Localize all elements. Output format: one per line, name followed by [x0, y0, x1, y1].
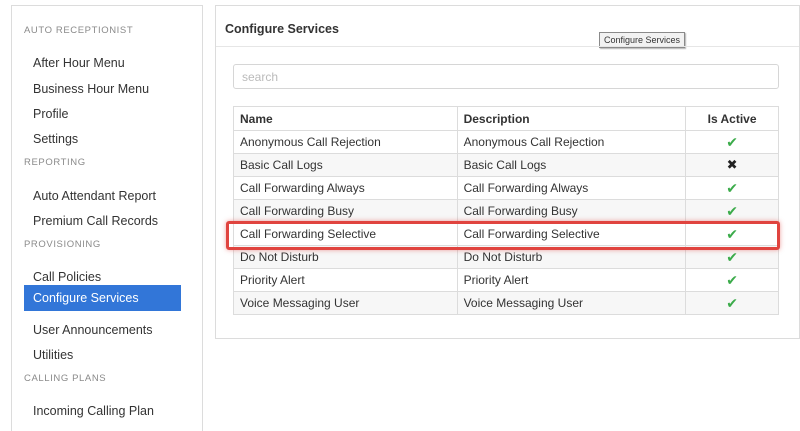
check-icon: ✔: [726, 294, 738, 311]
service-description-cell: Call Forwarding Busy: [456, 199, 687, 223]
service-name-cell: Call Forwarding Busy: [233, 199, 458, 223]
column-header-is-active[interactable]: Is Active: [685, 106, 779, 131]
section-heading-calling-plans: CALLING PLANS: [24, 373, 107, 384]
cross-icon: ✖: [726, 157, 738, 172]
service-description-cell: Basic Call Logs: [456, 153, 687, 177]
section-heading-provisioning: PROVISIONING: [24, 239, 101, 250]
configure-services-panel: Configure Services Configure Services Na…: [215, 5, 800, 339]
service-name-cell: Call Forwarding Selective: [233, 222, 458, 246]
sidebar-item-after-hour-menu[interactable]: After Hour Menu: [24, 50, 181, 76]
is-active-cell: ✔: [685, 268, 779, 292]
service-name-cell: Anonymous Call Rejection: [233, 130, 458, 154]
section-heading-reporting: REPORTING: [24, 157, 86, 168]
sidebar-item-premium-call-records[interactable]: Premium Call Records: [24, 208, 181, 234]
service-name-cell: Voice Messaging User: [233, 291, 458, 315]
sidebar: AUTO RECEPTIONIST After Hour Menu Busine…: [11, 5, 203, 431]
is-active-cell: ✔: [685, 176, 779, 200]
sidebar-item-business-hour-menu[interactable]: Business Hour Menu: [24, 76, 181, 102]
divider: [216, 46, 799, 47]
check-icon: ✔: [726, 179, 738, 196]
check-icon: ✔: [726, 202, 738, 219]
sidebar-item-profile[interactable]: Profile: [24, 101, 181, 127]
service-description-cell: Call Forwarding Selective: [456, 222, 687, 246]
service-name-cell: Call Forwarding Always: [233, 176, 458, 200]
services-table: Name Description Is Active Anonymous Cal…: [233, 106, 779, 315]
search-input[interactable]: [233, 64, 779, 89]
table-row[interactable]: Voice Messaging User Voice Messaging User…: [233, 291, 779, 315]
sidebar-item-incoming-calling-plan[interactable]: Incoming Calling Plan: [24, 398, 181, 424]
is-active-cell: ✖: [685, 153, 779, 177]
table-row[interactable]: Priority Alert Priority Alert ✔: [233, 268, 779, 292]
check-icon: ✔: [726, 225, 738, 242]
is-active-cell: ✔: [685, 245, 779, 269]
sidebar-item-auto-attendant-report[interactable]: Auto Attendant Report: [24, 183, 181, 209]
column-header-name[interactable]: Name: [233, 106, 458, 131]
is-active-cell: ✔: [685, 291, 779, 315]
table-row[interactable]: Basic Call Logs Basic Call Logs ✖: [233, 153, 779, 177]
sidebar-item-settings[interactable]: Settings: [24, 126, 181, 152]
table-row[interactable]: Call Forwarding Always Call Forwarding Al…: [233, 176, 779, 200]
panel-title: Configure Services: [225, 22, 339, 36]
service-name-cell: Do Not Disturb: [233, 245, 458, 269]
is-active-cell: ✔: [685, 222, 779, 246]
service-description-cell: Voice Messaging User: [456, 291, 687, 315]
is-active-cell: ✔: [685, 199, 779, 223]
section-heading-auto-receptionist: AUTO RECEPTIONIST: [24, 25, 134, 36]
table-row[interactable]: Call Forwarding Selective Call Forwarding…: [233, 222, 779, 246]
table-header-row: Name Description Is Active: [233, 106, 779, 131]
sidebar-item-utilities[interactable]: Utilities: [24, 342, 181, 368]
is-active-cell: ✔: [685, 130, 779, 154]
check-icon: ✔: [726, 271, 738, 288]
table-row[interactable]: Call Forwarding Busy Call Forwarding Busy…: [233, 199, 779, 223]
service-description-cell: Priority Alert: [456, 268, 687, 292]
service-description-cell: Anonymous Call Rejection: [456, 130, 687, 154]
column-header-description[interactable]: Description: [456, 106, 687, 131]
sidebar-item-configure-services[interactable]: Configure Services: [24, 285, 181, 311]
table-row[interactable]: Do Not Disturb Do Not Disturb ✔: [233, 245, 779, 269]
check-icon: ✔: [726, 248, 738, 265]
check-icon: ✔: [726, 133, 738, 150]
sidebar-item-user-announcements[interactable]: User Announcements: [24, 317, 181, 343]
service-name-cell: Priority Alert: [233, 268, 458, 292]
service-description-cell: Do Not Disturb: [456, 245, 687, 269]
service-name-cell: Basic Call Logs: [233, 153, 458, 177]
service-description-cell: Call Forwarding Always: [456, 176, 687, 200]
table-row[interactable]: Anonymous Call Rejection Anonymous Call R…: [233, 130, 779, 154]
